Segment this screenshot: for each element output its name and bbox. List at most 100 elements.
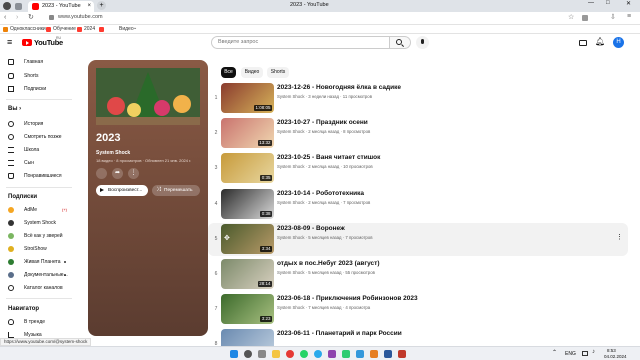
lock-icon[interactable] [49,15,54,20]
language-indicator[interactable]: ENG [565,351,576,357]
playlist-cover-thumbnail[interactable] [96,68,200,125]
video-title[interactable]: отдых в пос.Небуг 2023 (август) [277,260,379,267]
notifications-bell-icon[interactable]: 🔔︎ [595,37,605,46]
video-thumbnail[interactable]: 0:35 [221,153,274,183]
bookmark-item[interactable]: Обучение [53,26,76,32]
maximize-button[interactable]: □ [606,0,610,6]
start-icon[interactable] [230,350,238,358]
clock-time[interactable]: 8:53 [607,348,616,353]
playlist-channel[interactable]: System Shock [96,150,130,156]
reload-icon[interactable]: ↻ [28,13,34,21]
app-icon[interactable] [398,350,406,358]
app-menu-icon[interactable] [3,2,11,10]
subscription-stroishow[interactable]: StroiShow [0,243,76,255]
sidebar-item-watch-later[interactable]: Смотреть позже [0,131,76,143]
file-explorer-icon[interactable] [272,350,280,358]
sidebar-item-home[interactable]: Главная [0,56,76,68]
video-more-options-icon[interactable]: ⋮ [616,233,623,241]
chip-videos[interactable]: Видео [241,67,263,78]
app-icon[interactable] [370,350,378,358]
sidebar-item-trending[interactable]: В тренде [0,316,76,328]
drag-handle-icon[interactable]: ✥ [224,234,230,242]
subscription-system-shock[interactable]: System Shock [0,217,76,229]
sidebar-item-shorts[interactable]: Shorts [0,70,76,82]
video-title[interactable]: 2023-10-25 - Ваня читает стишок [277,154,380,161]
tray-chevron-icon[interactable]: ⌃ [552,349,557,356]
more-options-icon[interactable]: ⋮ [128,168,139,179]
search-input[interactable]: Введите запрос [211,36,390,49]
play-all-button[interactable]: Воспроизвест... [96,185,148,196]
telegram-icon[interactable] [314,350,322,358]
chip-shorts[interactable]: Shorts [267,67,289,78]
sidebar-item-subscriptions[interactable]: Подписки [0,83,76,95]
browser-menu-icon[interactable]: ≡ [627,13,631,20]
video-title[interactable]: 2023-10-27 - Праздник осени [277,119,368,126]
playlist-video-row[interactable]: 4 0:38 2023-10-14 - Робототехника System Sh… [208,188,628,221]
close-window-button[interactable]: ✕ [626,0,631,7]
bookmark-item[interactable]: Видео [119,26,134,32]
search-taskbar-icon[interactable] [244,350,252,358]
app-icon[interactable] [356,350,364,358]
sidebar-item-playlist-school[interactable]: Школа [0,144,76,156]
volume-icon[interactable]: ♪ [592,349,595,355]
active-tab[interactable]: 2023 - YouTube × [28,1,94,12]
playlist-video-row[interactable]: 5 3:34 ✥ 2023-08-09 - Воронеж System Shock ·… [208,223,628,256]
save-playlist-icon[interactable] [96,168,107,179]
create-video-icon[interactable] [579,40,587,46]
bookmark-star-icon[interactable]: ☆ [568,13,574,21]
video-title[interactable]: 2023-08-09 - Воронеж [277,225,345,232]
subscription-animals[interactable]: Всё как у зверей [0,230,76,242]
playlist-video-row[interactable]: 2 13:32 2023-10-27 - Праздник осени System … [208,117,628,150]
forward-icon[interactable]: › [16,14,18,21]
youtube-logo-icon[interactable] [22,39,32,46]
hamburger-menu-icon[interactable]: ≡ [7,37,12,47]
playlist-video-row[interactable]: 1 1:08:05 2023-12-26 - Новогодняя ёлка в с… [208,82,628,115]
bookmark-item[interactable]: Одноклассники [10,26,46,32]
voice-search-icon[interactable] [416,36,429,49]
url-text[interactable]: www.youtube.com [58,14,103,20]
chip-all[interactable]: Все [221,67,236,78]
subscription-documentaries[interactable]: Документальные... [0,269,76,281]
bookmark-dropdown-icon[interactable]: ⌄ [133,25,137,31]
playlist-video-row[interactable]: 8 2023-06-11 - Планетарий и парк России [208,328,628,346]
whatsapp-icon[interactable] [300,350,308,358]
sidebar-item-liked[interactable]: Понравившиеся [0,170,76,182]
playlist-video-row[interactable]: 6 28:14 отдых в пос.Небуг 2023 (август) Sys… [208,258,628,291]
video-title[interactable]: 2023-06-18 - Приключения Робинзонов 2023 [277,295,418,302]
subscription-adme[interactable]: AdMe (+) [0,204,76,216]
video-title[interactable]: 2023-12-26 - Новогодняя ёлка в садике [277,84,401,91]
new-tab-button[interactable]: + [97,1,106,10]
tab-close-icon[interactable]: × [87,1,91,12]
clock-date[interactable]: 04.02.2024 [604,354,627,359]
video-thumbnail[interactable]: 1:08:05 [221,83,274,113]
video-title[interactable]: 2023-10-14 - Робототехника [277,190,364,197]
network-icon[interactable] [582,351,588,356]
minimize-button[interactable]: — [588,0,594,6]
video-title[interactable]: 2023-06-11 - Планетарий и парк России [277,330,402,337]
video-thumbnail[interactable] [221,329,274,346]
bookmark-item[interactable]: 2024 [84,26,95,32]
sidebar-item-playlist-son[interactable]: Сын [0,157,76,169]
video-thumbnail[interactable]: 3:23 [221,294,274,324]
app-icon[interactable] [342,350,350,358]
video-thumbnail[interactable]: 13:32 [221,118,274,148]
search-button[interactable] [390,36,411,49]
task-view-icon[interactable] [258,350,266,358]
video-thumbnail[interactable]: 3:34 ✥ [221,224,274,254]
tab-list-icon[interactable] [15,3,22,10]
video-thumbnail[interactable]: 28:14 [221,259,274,289]
browser-app-icon[interactable] [286,350,294,358]
video-thumbnail[interactable]: 0:38 [221,189,274,219]
sidebar-item-history[interactable]: История [0,118,76,130]
subscription-living-planet[interactable]: Живая Планета [0,256,76,268]
back-icon[interactable]: ‹ [4,14,6,21]
avatar[interactable]: Н [613,37,624,48]
sidebar-item-channel-catalog[interactable]: Каталог каналов [0,282,76,294]
share-icon[interactable]: ➦ [112,168,123,179]
playlist-video-row[interactable]: 7 3:23 2023-06-18 - Приключения Робинзонов… [208,293,628,326]
word-icon[interactable] [384,350,392,358]
you-heading[interactable]: Вы › [8,106,21,112]
shuffle-button[interactable]: ⤨ Перемешать [152,185,200,196]
download-icon[interactable]: ⇩ [610,13,616,21]
extensions-icon[interactable] [582,15,588,21]
